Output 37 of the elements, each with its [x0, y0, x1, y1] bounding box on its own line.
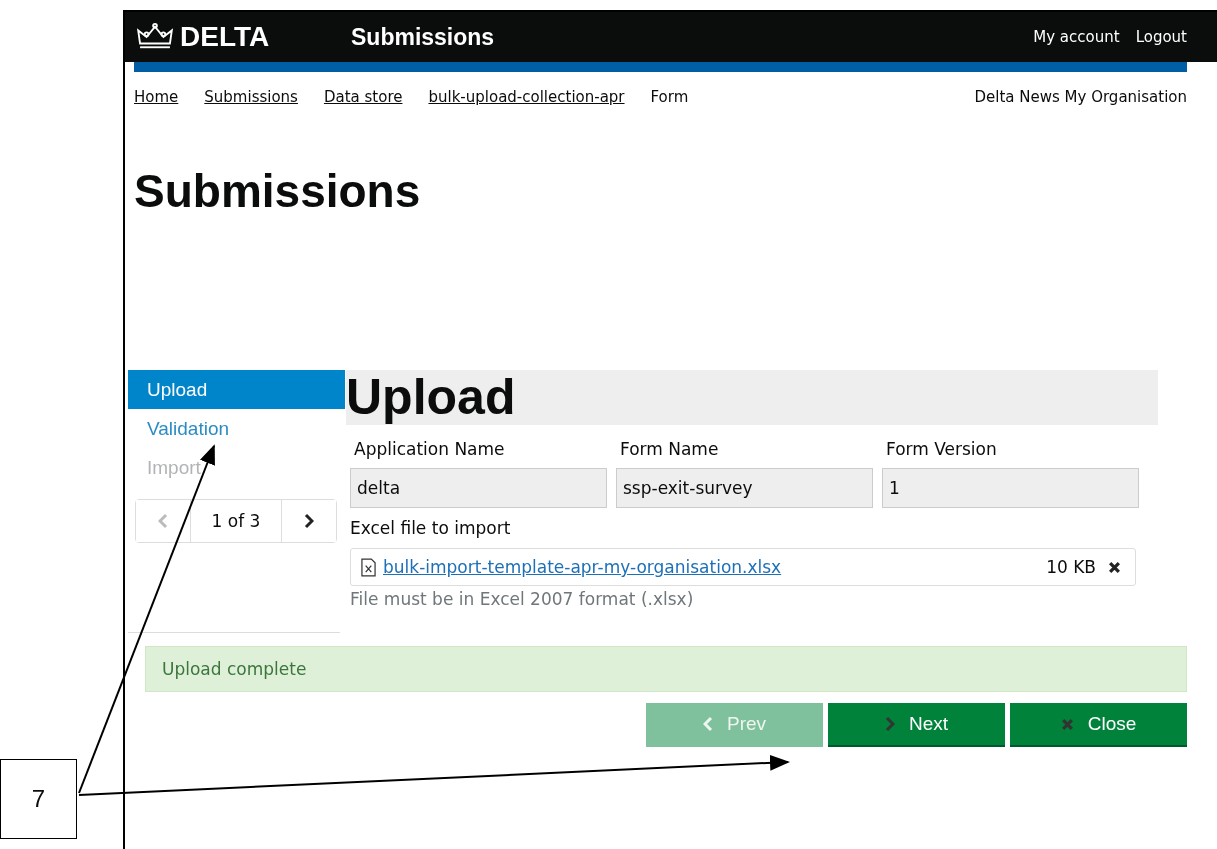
callout-label: 7: [0, 759, 77, 839]
step-item[interactable]: Upload: [128, 370, 345, 409]
chevron-left-icon: [702, 716, 713, 732]
breadcrumb-link[interactable]: bulk-upload-collection-apr: [428, 88, 625, 106]
field-hint: File must be in Excel 2007 format (.xlsx): [349, 589, 695, 609]
header-title: Submissions: [351, 23, 495, 51]
chevron-right-icon: [884, 716, 895, 732]
organisation-name: Delta News My Organisation: [974, 88, 1187, 106]
field-label: Application Name: [353, 439, 506, 459]
header-link[interactable]: My account: [1033, 28, 1120, 46]
chevron-right-icon: [304, 513, 314, 529]
brand-name: DELTA: [180, 21, 270, 53]
nav-button[interactable]: Close: [1010, 703, 1187, 747]
file-size: 10 KB: [1046, 557, 1096, 577]
header-link[interactable]: Logout: [1135, 28, 1187, 46]
input-field[interactable]: ssp-exit-survey: [616, 468, 873, 508]
breadcrumb-link[interactable]: Home: [134, 88, 179, 106]
step-item: Import: [146, 456, 202, 480]
crown-icon: [136, 23, 174, 51]
page-title: Submissions: [134, 164, 422, 219]
breadcrumb-link[interactable]: Data store: [323, 88, 403, 106]
nav-button[interactable]: Next: [828, 703, 1005, 747]
close-icon: [1060, 717, 1074, 731]
remove-icon[interactable]: [1108, 560, 1121, 574]
input-field[interactable]: 1: [882, 468, 1139, 508]
file-link[interactable]: bulk-import-template-apr-my-organisation.xlsx: [383, 557, 782, 577]
input-field[interactable]: delta: [350, 468, 607, 508]
alert-message: Upload complete: [145, 646, 1187, 692]
field-label: Form Version: [885, 439, 998, 459]
chevron-left-icon: [158, 513, 168, 529]
form-heading: Upload: [346, 370, 1158, 425]
file-icon: [361, 557, 376, 577]
current-page-label: Form: [650, 88, 689, 106]
field-label: Excel file to import: [349, 518, 512, 538]
breadcrumb-link[interactable]: Submissions: [204, 88, 298, 106]
step-item[interactable]: Validation: [128, 409, 345, 448]
field-label: Form Name: [619, 439, 720, 459]
